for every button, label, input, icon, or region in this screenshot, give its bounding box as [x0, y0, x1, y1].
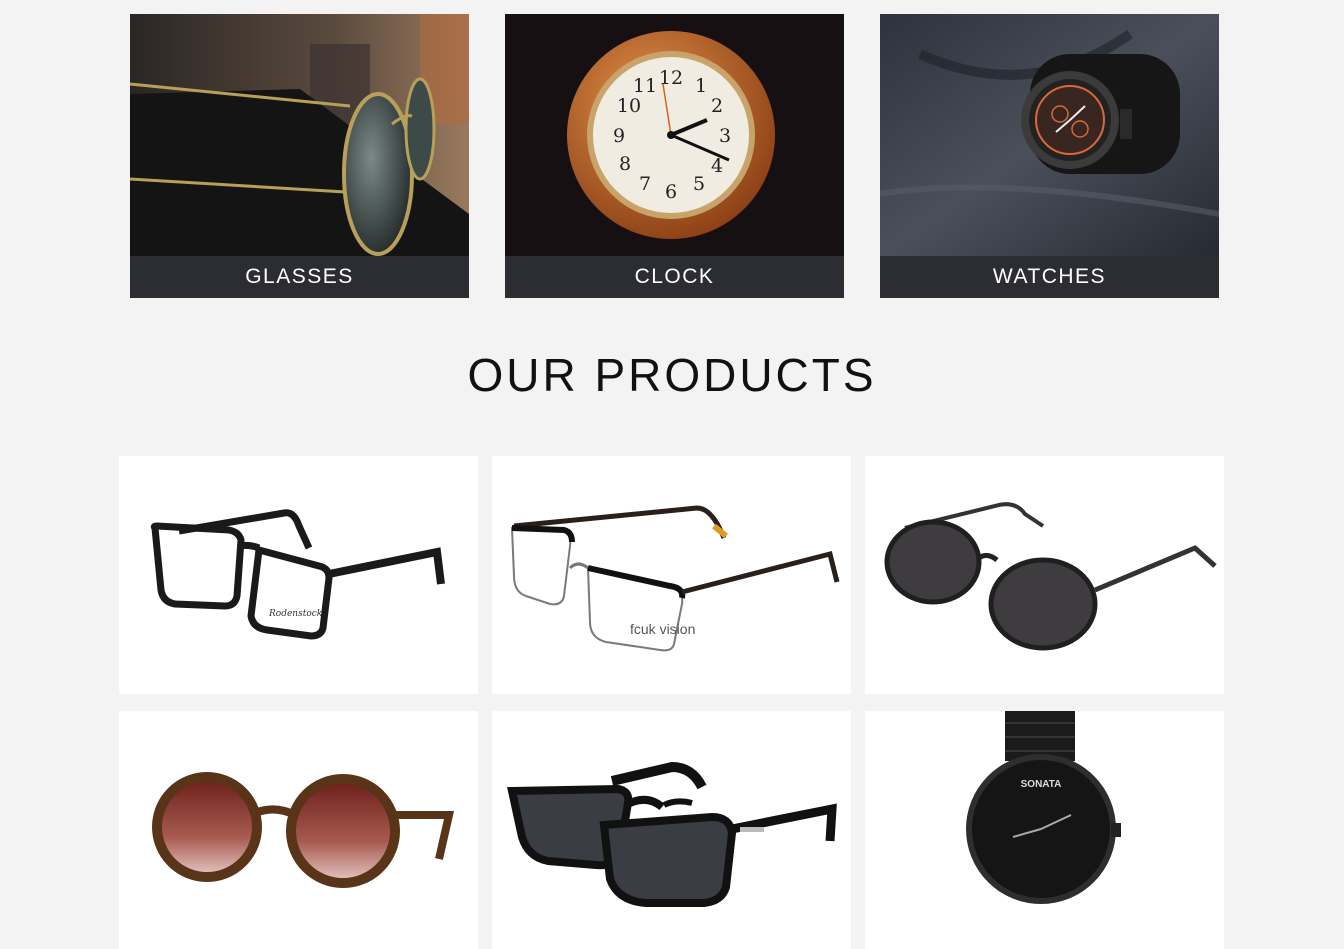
round-sunglasses-image	[884, 502, 1217, 651]
category-label: WATCHES	[880, 256, 1219, 298]
category-row: GLASSES 12 1 2 3 4 5 6 7 8 9 10 11 CLOCK…	[130, 14, 1219, 298]
half-rim-eyeglasses-image: fcuk vision	[510, 505, 840, 652]
rectangular-eyeglasses-image: Rodenstock	[150, 509, 445, 640]
product-imprint: Rodenstock	[268, 609, 322, 619]
product-card[interactable]	[492, 711, 851, 949]
clock-numeral: 9	[613, 125, 625, 147]
clock-numeral: 3	[719, 125, 731, 147]
clock-numeral: 1	[695, 75, 707, 97]
product-imprint: SONATA	[1021, 779, 1062, 790]
wall-clock-photo: 12 1 2 3 4 5 6 7 8 9 10 11	[505, 14, 844, 256]
clock-numeral: 10	[617, 95, 641, 117]
glasses-photo	[130, 14, 469, 256]
clock-numeral: 11	[633, 75, 657, 97]
product-card[interactable]	[119, 711, 478, 949]
black-wayfarer-sunglasses-image	[507, 761, 837, 907]
category-card-clock[interactable]: 12 1 2 3 4 5 6 7 8 9 10 11 CLOCK	[505, 14, 844, 298]
category-label: CLOCK	[505, 256, 844, 298]
clock-numeral: 7	[639, 173, 651, 195]
wristwatch-photo	[880, 14, 1219, 256]
clock-numeral: 4	[711, 155, 723, 177]
clock-numeral: 2	[711, 95, 723, 117]
black-wristwatch-image: SONATA	[966, 711, 1121, 904]
tortoise-round-sunglasses-image	[152, 772, 455, 888]
product-card[interactable]: fcuk vision	[492, 456, 851, 694]
category-label: GLASSES	[130, 256, 469, 298]
category-card-glasses[interactable]: GLASSES	[130, 14, 469, 298]
clock-numeral: 5	[693, 173, 705, 195]
section-title: OUR PRODUCTS	[467, 349, 877, 401]
category-card-watches[interactable]: WATCHES	[880, 14, 1219, 298]
clock-numeral: 8	[619, 153, 631, 175]
product-imprint: fcuk vision	[630, 621, 695, 637]
product-card[interactable]: SONATA	[865, 711, 1224, 949]
product-card[interactable]: Rodenstock	[119, 456, 478, 694]
clock-numeral: 6	[665, 181, 677, 203]
product-card[interactable]	[865, 456, 1224, 694]
